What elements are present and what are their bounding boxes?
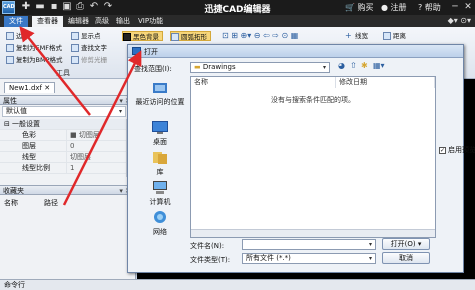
black-background-button[interactable]: 黑色背景 [122, 31, 163, 41]
col-header-name[interactable]: 名称 [191, 77, 336, 88]
menu-output[interactable]: 输出 [111, 16, 135, 27]
properties-header: 属性 ▾ ✕ [0, 95, 135, 105]
help-link[interactable]: ? 帮助 [418, 2, 441, 13]
frame-button[interactable]: 边框 [6, 31, 29, 41]
general-section[interactable]: ⊟ 一般设置 [0, 119, 126, 130]
lookin-label: 查找范围(I): [134, 65, 172, 73]
menu-bar: 文件 查看器 编辑器 高级 输出 VIP功能 ◆▾ ⊙▾ [0, 15, 475, 27]
minimize-button[interactable]: ─ [449, 1, 461, 13]
menu-viewer[interactable]: 查看器 [32, 16, 63, 27]
filetype-select[interactable]: 所有文件 (*.*) ▾ [242, 253, 376, 264]
prop-row[interactable]: 线型 切图层 [0, 152, 126, 163]
plus-icon: + [345, 31, 352, 40]
computer-icon [153, 181, 167, 194]
filename-label: 文件名(N): [190, 242, 225, 250]
lookin-select[interactable]: ▬ Drawings ▾ [190, 62, 330, 73]
prop-row[interactable]: 图层 0 [0, 141, 126, 152]
checkbox-checked-icon: ✓ [439, 146, 446, 154]
dialog-title-bar: 打开 [128, 45, 463, 58]
recent-places-icon [153, 83, 167, 93]
points-icon [71, 32, 79, 40]
prop-row[interactable]: 色彩 ■ 切图层 [0, 130, 126, 141]
place-network[interactable]: 网络 [132, 210, 188, 237]
places-bar: 最近访问的位置 桌面 库 计算机 网络 [132, 76, 188, 241]
menu-vip[interactable]: VIP功能 [133, 16, 168, 27]
trim-raster-button[interactable]: 修剪光栅 [71, 55, 107, 65]
filetype-label: 文件类型(T): [190, 256, 231, 264]
file-list[interactable]: 名称 修改日期 没有与搜索条件匹配的项。 [190, 76, 436, 238]
back-icon[interactable]: ◕ [338, 61, 345, 70]
favorites-header: 收藏夹 ▾ ✕ [0, 185, 135, 195]
left-panel: New1.dxf ✕ 属性 ▾ ✕ 默认值 ▾ ⊟ 一般设置 色彩 ■ 切图层 图层 0 … [0, 79, 136, 279]
tools-group-label: 工具 [56, 69, 70, 77]
copy-bmp-icon [6, 56, 14, 64]
ruler-icon [383, 32, 391, 40]
place-library[interactable]: 库 [132, 150, 188, 177]
cancel-button[interactable]: 取消 [382, 252, 430, 264]
line-width-button[interactable]: + 线宽 [345, 31, 368, 41]
status-bar: 命令行 [0, 279, 475, 290]
frame-icon [6, 32, 14, 40]
title-bar: CAD ✚ ▬ ▪ ▣ ⎙ ↶ ↷ 迅捷CAD编辑器 🛒 购买 ● 注册 ? 帮… [0, 0, 475, 15]
zoom-tools-icon[interactable]: ⊡ ⊞ ⊕▾ ⊖ ⇦ ⇨ ⊙ ▦ [222, 31, 298, 40]
ribbon-options-icon[interactable]: ◆▾ ⊙▾ [448, 16, 471, 25]
place-computer[interactable]: 计算机 [132, 180, 188, 207]
register-link[interactable]: ● 注册 [381, 2, 407, 13]
close-tab-icon[interactable]: ✕ [44, 84, 50, 92]
default-value-select[interactable]: 默认值 ▾ [2, 106, 126, 117]
trim-icon [71, 56, 79, 64]
prop-row[interactable]: 线型比例 1 [0, 163, 126, 174]
new-folder-icon[interactable]: ✱ [361, 61, 368, 70]
open-file-dialog: 打开 查找范围(I): ▬ Drawings ▾ ◕ ⇧ ✱ ▦▾ 最近访问的位置… [127, 44, 475, 273]
chevron-down-icon: ▾ [322, 64, 326, 71]
copy-emf-button[interactable]: 复制为EMF格式 [6, 43, 62, 53]
file-list-scrollbar[interactable] [191, 229, 435, 237]
favorites-col-path: 路径 [44, 199, 58, 207]
user-icon: ● [381, 3, 391, 12]
col-header-modified[interactable]: 修改日期 [336, 77, 435, 88]
find-icon [71, 44, 79, 52]
document-tab[interactable]: New1.dxf ✕ [4, 82, 56, 93]
place-recent[interactable]: 最近访问的位置 [132, 80, 188, 107]
network-icon [154, 211, 166, 223]
copy-bmp-button[interactable]: 复制为BMP格式 [6, 55, 63, 65]
show-points-button[interactable]: 显示点 [71, 31, 101, 41]
copy-icon [6, 44, 14, 52]
preview-checkbox[interactable]: ✓ 启用预览 [439, 145, 475, 155]
filename-input[interactable]: ▾ [242, 239, 376, 250]
close-button[interactable]: ✕ [462, 1, 474, 13]
distance-button[interactable]: 距离 [383, 31, 406, 41]
place-desktop[interactable]: 桌面 [132, 120, 188, 147]
find-text-button[interactable]: 查找文字 [71, 43, 107, 53]
up-folder-icon[interactable]: ⇧ [350, 61, 357, 70]
chevron-down-icon: ▾ [368, 255, 372, 262]
round-fill-button[interactable]: 圆弧拓形 [170, 31, 211, 41]
folder-icon: ▬ [194, 63, 203, 71]
chevron-down-icon: ▾ [368, 241, 372, 248]
round-icon [171, 33, 179, 41]
cart-icon: 🛒 [345, 3, 358, 12]
desktop-icon [152, 121, 168, 134]
command-line-label: 命令行 [4, 281, 25, 289]
empty-message: 没有与搜索条件匹配的项。 [271, 96, 355, 104]
view-menu-icon[interactable]: ▦▾ [373, 61, 385, 70]
dialog-app-icon [132, 47, 141, 55]
open-button[interactable]: 打开(O) ▾ [382, 238, 430, 250]
black-bg-icon [123, 33, 131, 41]
chevron-down-icon: ▾ [417, 240, 422, 248]
buy-link[interactable]: 🛒 购买 [345, 2, 374, 13]
help-icon: ? [418, 3, 425, 12]
favorites-col-name: 名称 [4, 199, 18, 207]
menu-file[interactable]: 文件 [4, 16, 28, 27]
dialog-title: 打开 [144, 48, 158, 56]
library-icon [153, 152, 167, 164]
collapse-icon: ⊟ [4, 120, 10, 128]
chevron-down-icon: ▾ [118, 108, 122, 115]
